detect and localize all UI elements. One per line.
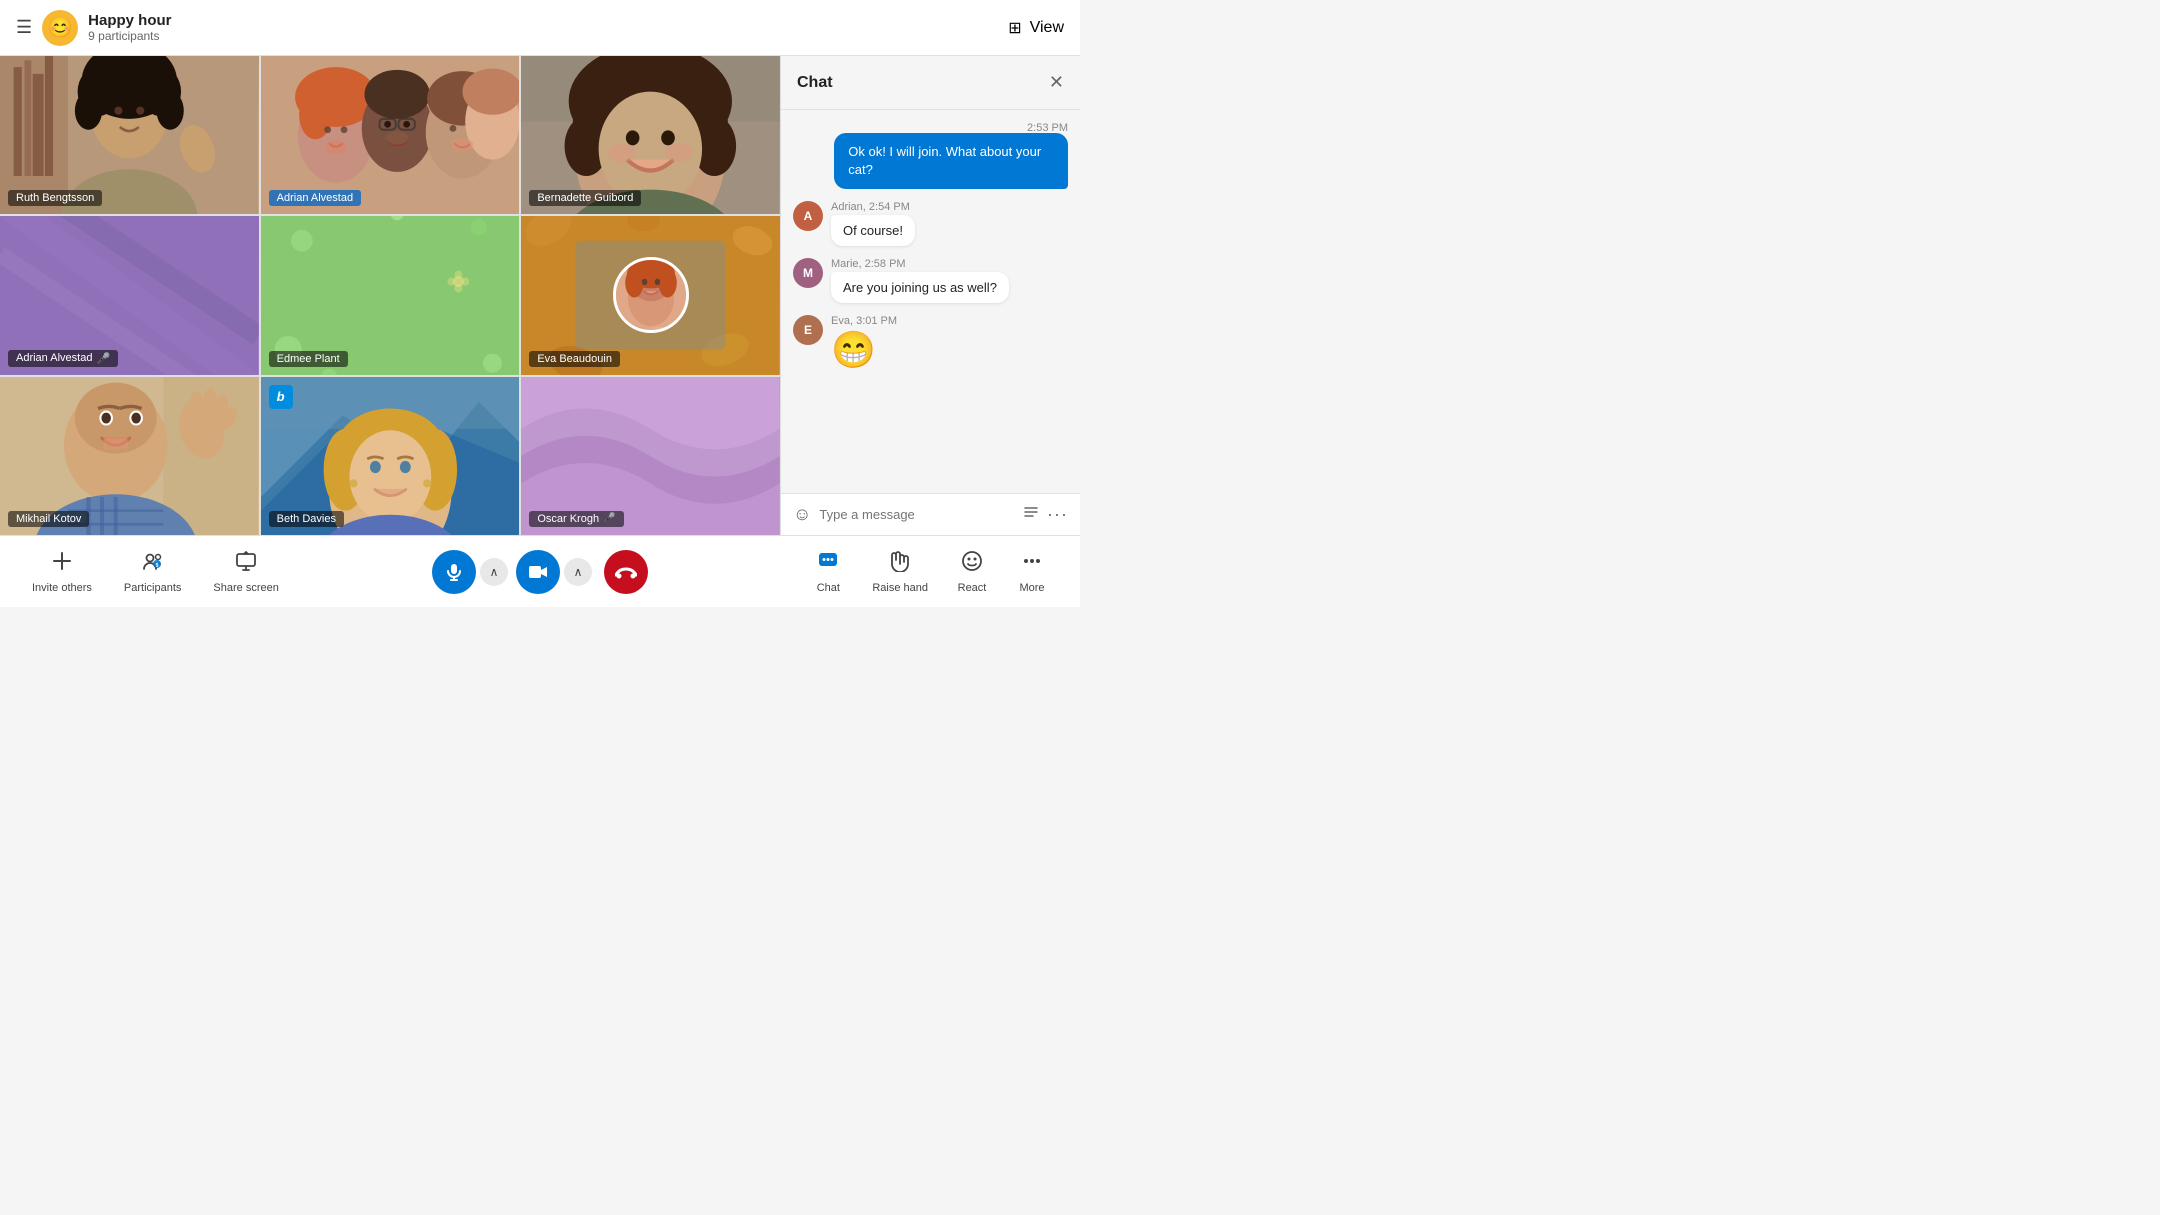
participant-name-mikhail: Mikhail Kotov [8,511,89,527]
camera-button[interactable] [516,550,560,594]
video-tile-ruth: Ruth Bengtsson [0,56,259,214]
avatar-marie: M [793,258,823,288]
chat-more-button[interactable]: ··· [1047,504,1068,525]
participant-name-ep: Edmee Plant [269,351,348,367]
message-sender-2: Adrian, 2:54 PM [831,201,915,213]
participant-name-bernadette: Bernadette Guibord [529,190,641,206]
video-tile-oscar: OK Oscar Krogh 🎤 [521,377,780,535]
raise-hand-button[interactable]: Raise hand [860,544,940,600]
main-area: Ruth Bengtsson [0,56,1080,535]
chat-button[interactable]: Chat [800,544,856,600]
invite-label: Invite others [32,582,92,594]
participant-name-ruth: Ruth Bengtsson [8,190,102,206]
toolbar-left: Invite others 9 Participants [20,544,291,600]
message-sender-4: Eva, 3:01 PM [831,315,897,327]
more-label: More [1019,582,1044,594]
end-call-button[interactable] [604,550,648,594]
view-button[interactable]: ⊞ View [1008,18,1064,38]
chat-title: Chat [797,74,833,92]
meeting-info: Happy hour 9 participants [88,12,171,43]
emoji-picker-button[interactable]: ☺ [793,504,811,525]
react-button[interactable]: React [944,544,1000,600]
video-grid: Ruth Bengtsson [0,56,780,535]
video-tile-beth: b [261,377,520,535]
participant-name-et: Adrian Alvestad 🎤 [8,350,118,367]
message-incoming-3: M Marie, 2:58 PM Are you joining us as w… [793,258,1068,303]
invite-others-button[interactable]: Invite others [20,544,104,600]
video-tile-eva: Eva Beaudouin [521,216,780,374]
chat-panel: Chat ✕ 2:53 PM Ok ok! I will join. What … [780,56,1080,535]
invite-icon [51,550,73,578]
message-content-4: Eva, 3:01 PM 😁 [831,315,897,371]
mic-expand-button[interactable]: ∧ [480,558,508,586]
participant-name-eva: Eva Beaudouin [529,351,620,367]
participants-label: Participants [124,582,181,594]
message-bubble-1: Ok ok! I will join. What about your cat? [834,133,1068,189]
share-screen-icon [235,550,257,578]
participants-icon: 9 [142,550,164,578]
video-tile-mikhail: Mikhail Kotov [0,377,259,535]
chat-header: Chat ✕ [781,56,1080,110]
grid-view-icon: ⊞ [1008,18,1021,38]
react-icon [961,550,983,578]
video-tile-adrian-group: Adrian Alvestad [261,56,520,214]
menu-icon[interactable]: ☰ [16,17,32,38]
mic-button[interactable] [432,550,476,594]
message-bubble-3: Are you joining us as well? [831,272,1009,303]
video-tile-ep: EP Edmee Plant [261,216,520,374]
attach-file-button[interactable] [1023,504,1039,525]
view-label: View [1030,19,1064,37]
chat-label: Chat [817,582,840,594]
message-incoming-4: E Eva, 3:01 PM 😁 [793,315,1068,371]
participant-name-beth: Beth Davies [269,511,344,527]
meeting-title: Happy hour [88,12,171,29]
svg-text:9: 9 [155,563,158,569]
message-bubble-4: 😁 [831,329,897,371]
message-content-2: Adrian, 2:54 PM Of course! [831,201,915,246]
more-icon [1021,550,1043,578]
message-sender-3: Marie, 2:58 PM [831,258,1009,270]
cam-expand-button[interactable]: ∧ [564,558,592,586]
share-screen-label: Share screen [213,582,278,594]
share-screen-button[interactable]: Share screen [201,544,290,600]
chat-icon [817,550,839,578]
chat-messages: 2:53 PM Ok ok! I will join. What about y… [781,110,1080,493]
avatar-eva: E [793,315,823,345]
participants-button[interactable]: 9 Participants [112,544,193,600]
bottom-toolbar: Invite others 9 Participants [0,535,1080,607]
toolbar-right: Chat Raise hand React [800,544,1060,600]
toolbar-center: ∧ ∧ [432,550,648,594]
more-button[interactable]: More [1004,544,1060,600]
message-outgoing-1: 2:53 PM Ok ok! I will join. What about y… [793,122,1068,189]
chat-close-button[interactable]: ✕ [1049,72,1064,93]
header: ☰ 😊 Happy hour 9 participants ⊞ View [0,0,1080,56]
message-incoming-2: A Adrian, 2:54 PM Of course! [793,201,1068,246]
chat-input-area: ☺ ··· [781,493,1080,535]
avatar-adrian: A [793,201,823,231]
video-tile-et: ET Adrian Alvestad 🎤 [0,216,259,374]
participant-name-oscar: Oscar Krogh 🎤 [529,511,623,527]
video-tile-bernadette: Bernadette Guibord [521,56,780,214]
raise-hand-icon [890,550,910,578]
meeting-subtitle: 9 participants [88,29,171,43]
meeting-emoji-icon: 😊 [42,10,78,46]
react-label: React [958,582,987,594]
header-left: ☰ 😊 Happy hour 9 participants [16,10,171,46]
bing-logo-icon: b [269,385,293,409]
participant-name-adrian-group: Adrian Alvestad [269,190,361,206]
chat-message-input[interactable] [819,507,1015,522]
message-content-3: Marie, 2:58 PM Are you joining us as wel… [831,258,1009,303]
raise-hand-label: Raise hand [872,582,928,594]
message-bubble-2: Of course! [831,215,915,246]
